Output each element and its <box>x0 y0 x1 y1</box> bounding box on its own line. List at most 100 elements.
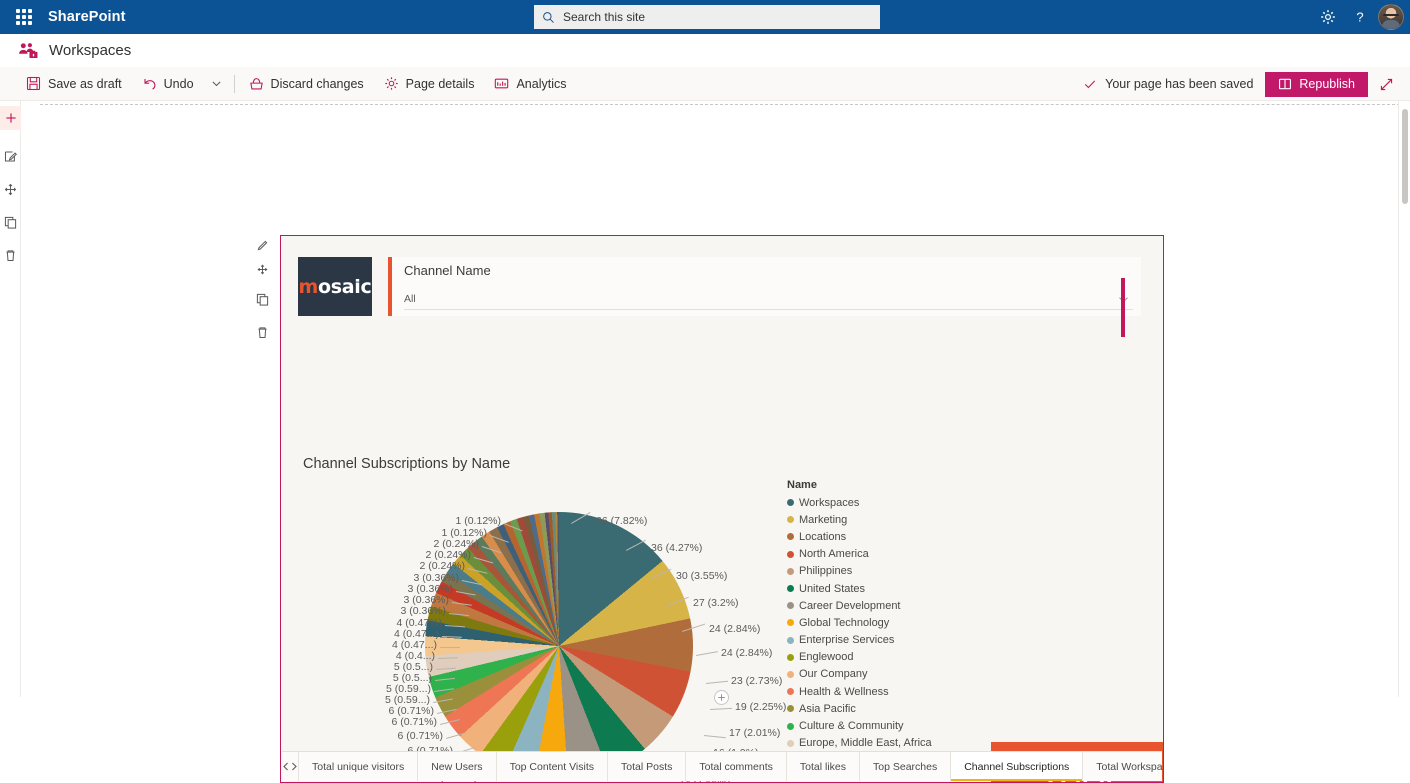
page-details-button[interactable]: Page details <box>374 67 485 101</box>
legend-color-swatch <box>787 722 794 730</box>
analytics-label: Analytics <box>516 76 567 91</box>
svg-text:?: ? <box>1356 10 1363 25</box>
legend-item[interactable]: Global Technology <box>787 614 977 631</box>
undo-dropdown-button[interactable] <box>204 67 230 101</box>
pie-data-label: 24 (2.84%) <box>709 623 761 635</box>
legend-item-label: Europe, Middle East, Africa <box>799 737 932 750</box>
duplicate-icon[interactable] <box>0 210 21 234</box>
legend-item[interactable]: Our Company <box>787 666 977 683</box>
tab-total-comments[interactable]: Total comments <box>686 752 787 781</box>
duplicate-webpart-icon[interactable] <box>249 287 275 311</box>
tab-prev-button[interactable] <box>282 752 290 781</box>
tab-total-unique-visitors[interactable]: Total unique visitors <box>298 752 419 781</box>
legend-item[interactable]: Career Development <box>787 597 977 614</box>
tab-next-button[interactable] <box>290 752 298 781</box>
label-leader-line <box>706 680 728 684</box>
tab-total-workspaces[interactable]: Total Workspaces <box>1083 752 1163 781</box>
channel-name-slicer[interactable]: Channel Name All <box>392 257 1141 316</box>
tab-top-searches[interactable]: Top Searches <box>860 752 952 781</box>
tab-channel-subscriptions[interactable]: Channel Subscriptions <box>951 752 1084 781</box>
legend-color-swatch <box>787 688 794 696</box>
pie-data-label: 6 (0.71%) <box>388 705 434 717</box>
move-icon[interactable] <box>0 177 21 201</box>
analytics-button[interactable]: Analytics <box>484 67 576 101</box>
help-icon[interactable]: ? <box>1344 0 1376 34</box>
tab-label: New Users <box>431 760 483 773</box>
legend-item[interactable]: Englewood <box>787 649 977 666</box>
sharepoint-brand[interactable]: SharePoint <box>48 9 126 25</box>
legend-item[interactable]: Locations <box>787 528 977 545</box>
tab-label: Total likes <box>799 760 846 773</box>
label-leader-line <box>651 568 672 579</box>
legend-item-label: Asia Pacific <box>799 702 856 715</box>
search-placeholder: Search this site <box>563 10 646 24</box>
edit-icon[interactable] <box>0 144 21 168</box>
pie-data-label: 27 (3.2%) <box>693 597 739 609</box>
tab-total-posts[interactable]: Total Posts <box>608 752 687 781</box>
legend-color-swatch <box>787 516 794 524</box>
slicer-value-row[interactable]: All <box>404 288 1133 310</box>
trash-icon[interactable] <box>0 243 21 267</box>
label-leader-line <box>455 591 476 596</box>
label-leader-line <box>441 636 462 638</box>
label-leader-line <box>435 677 455 681</box>
webpart-tools-bottom <box>249 287 275 344</box>
pie-data-label: 6 (0.71%) <box>391 716 437 728</box>
move-webpart-icon[interactable] <box>249 257 275 281</box>
republish-button[interactable]: Republish <box>1265 71 1368 97</box>
chevron-left-icon <box>283 762 288 771</box>
republish-label: Republish <box>1299 77 1355 91</box>
tab-list: Total unique visitors New Users Top Conten… <box>298 752 1163 781</box>
discard-icon <box>249 78 263 90</box>
edit-webpart-icon[interactable] <box>249 233 275 257</box>
gear-icon[interactable] <box>1312 0 1344 34</box>
app-launcher-icon[interactable] <box>0 0 48 34</box>
site-header: Workspaces <box>0 34 1410 67</box>
legend-item[interactable]: Philippines <box>787 563 977 580</box>
label-leader-line <box>440 647 460 648</box>
pie-data-label: 23 (2.73%) <box>731 675 783 687</box>
pie-data-label: 3 (0.36%) <box>400 605 446 617</box>
legend-color-swatch <box>787 567 794 575</box>
tab-new-users[interactable]: New Users <box>418 752 497 781</box>
legend-color-swatch <box>787 619 794 627</box>
chart-title: Channel Subscriptions by Name <box>303 456 511 472</box>
legend-item[interactable]: Asia Pacific <box>787 700 977 717</box>
discard-changes-button[interactable]: Discard changes <box>239 67 374 101</box>
pie-data-label: 17 (2.01%) <box>729 727 781 739</box>
legend-item-label: United States <box>799 582 866 595</box>
legend-item[interactable]: North America <box>787 546 977 563</box>
page-scrollbar[interactable] <box>1398 101 1410 697</box>
tab-total-likes[interactable]: Total likes <box>787 752 860 781</box>
legend-item-label: Culture & Community <box>799 720 904 733</box>
legend-item[interactable]: Enterprise Services <box>787 632 977 649</box>
legend-item-label: Marketing <box>799 513 848 526</box>
undo-label: Undo <box>163 76 194 91</box>
chart-legend: Name Workspaces Marketing Locations North A… <box>787 479 977 782</box>
tab-top-content-visits[interactable]: Top Content Visits <box>497 752 608 781</box>
legend-color-swatch <box>787 739 794 747</box>
label-leader-line <box>440 719 460 725</box>
mosaic-logo: m osaic <box>298 257 372 316</box>
label-leader-line <box>436 667 457 670</box>
legend-item[interactable]: United States <box>787 580 977 597</box>
delete-webpart-icon[interactable] <box>249 320 275 344</box>
undo-button[interactable]: Undo <box>132 67 204 101</box>
add-section-icon[interactable] <box>0 106 21 130</box>
legend-item[interactable]: Workspaces <box>787 494 977 511</box>
label-leader-line <box>703 735 726 739</box>
label-leader-line <box>503 523 523 532</box>
legend-color-swatch <box>787 585 794 593</box>
legend-color-swatch <box>787 705 794 713</box>
legend-item-label: Enterprise Services <box>799 634 895 647</box>
legend-item[interactable]: Europe, Middle East, Africa <box>787 735 977 752</box>
tab-label: Channel Subscriptions <box>964 760 1070 773</box>
chevron-right-icon <box>292 762 297 771</box>
legend-item[interactable]: Marketing <box>787 511 977 528</box>
avatar[interactable] <box>1378 4 1404 30</box>
legend-item[interactable]: Culture & Community <box>787 717 977 734</box>
label-leader-line <box>437 708 457 714</box>
save-as-draft-button[interactable]: Save as draft <box>16 67 132 101</box>
expand-icon[interactable] <box>1372 67 1400 101</box>
search-input[interactable]: Search this site <box>534 5 880 29</box>
